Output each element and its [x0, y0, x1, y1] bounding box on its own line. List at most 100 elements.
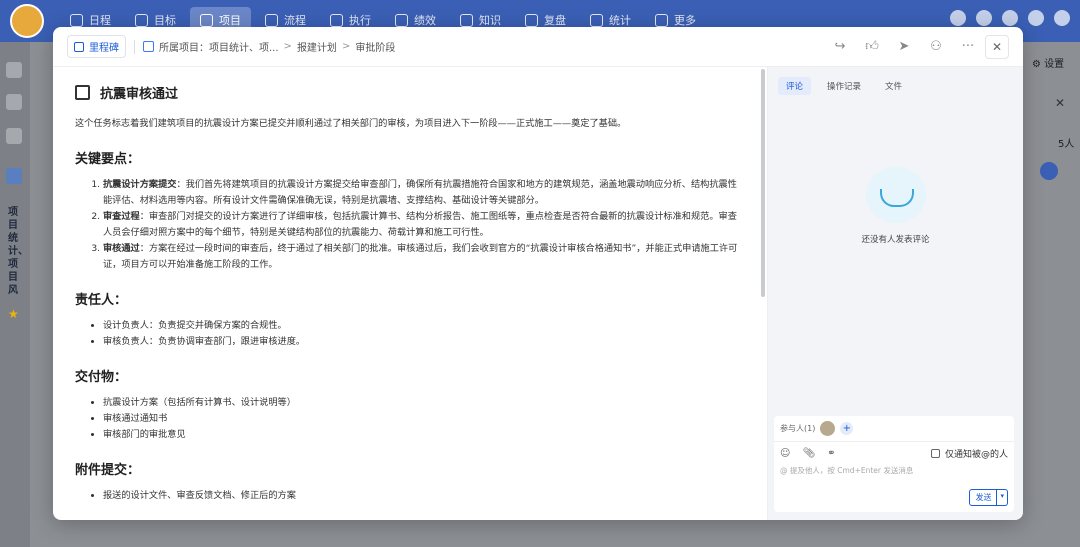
- list-item: 设计负责人：负责提交并确保方案的合规性。: [103, 318, 741, 334]
- comment-input[interactable]: @ 提及他人，按 Cmd+Enter 发送消息: [774, 465, 1014, 476]
- app-logo[interactable]: [10, 4, 44, 38]
- teacup-icon: [865, 167, 926, 223]
- list-item-text: ：审查部门对提交的设计方案进行了详细审核，包括抗震计算书、结构分析报告、施工图纸…: [103, 211, 737, 238]
- send-icon[interactable]: ➤: [895, 39, 913, 54]
- panel-tab[interactable]: 操作记录: [819, 77, 869, 95]
- comment-panel: 评论 操作记录 文件 还没有人发表评论 参与人(1) + ☺ 📎︎ ⚭ 仅通知被@的…: [768, 67, 1023, 520]
- chevron-down-icon[interactable]: ▾: [997, 489, 1008, 506]
- settings-link[interactable]: ⚙ 设置: [1032, 55, 1064, 70]
- panel-tab[interactable]: 评论: [778, 77, 812, 95]
- avatar[interactable]: [1054, 10, 1070, 26]
- task-title[interactable]: 抗震审核通过: [100, 83, 178, 102]
- nav-label: 流程: [284, 14, 306, 27]
- info-icon[interactable]: [1002, 10, 1018, 26]
- nav-icon: [200, 13, 213, 27]
- breadcrumb-project[interactable]: 所属项目：项目统计、项...: [159, 39, 279, 54]
- emoji-icon[interactable]: ☺: [780, 448, 790, 459]
- nav-icon: [330, 13, 343, 27]
- attachment-icon[interactable]: 📎︎: [802, 448, 815, 459]
- list-item-text: ：我们首先将建筑项目的抗震设计方案提交给审查部门，确保所有抗震措施符合国家和地方…: [103, 179, 737, 206]
- task-content: 抗震审核通过 这个任务标志着我们建筑项目的抗震设计方案已提交并顺利通过了相关部门…: [53, 67, 763, 520]
- milestone-type-badge[interactable]: 里程碑: [67, 35, 126, 58]
- nav-label: 日程: [89, 14, 111, 27]
- empty-text: 还没有人发表评论: [861, 235, 930, 245]
- notify-only-mentioned[interactable]: 仅通知被@的人: [930, 447, 1008, 460]
- modal-header: 里程碑 所属项目：项目统计、项... > 报建计划 > 审批阶段 ↪ 👍︎ ➤ …: [53, 27, 1023, 67]
- list-item-key: 审核通过: [103, 243, 140, 254]
- send-group: 发送 ▾: [969, 489, 1008, 506]
- section-list: 报送的设计文件、审查反馈文档、修正后的方案: [75, 488, 741, 504]
- participants-row: 参与人(1) +: [774, 416, 1014, 442]
- nav-icon: [70, 13, 83, 27]
- task-detail-modal: 里程碑 所属项目：项目统计、项... > 报建计划 > 审批阶段 ↪ 👍︎ ➤ …: [53, 27, 1023, 520]
- section-heading: 关键要点：: [75, 152, 141, 167]
- nav-icon: [135, 13, 148, 27]
- sidebar-folder-icon[interactable]: [6, 128, 22, 144]
- nav-icon: [265, 13, 278, 27]
- more-icon[interactable]: ···: [959, 39, 977, 54]
- comment-box: 参与人(1) + ☺ 📎︎ ⚭ 仅通知被@的人 @ 提及他人，按 Cmd+Ent…: [774, 416, 1014, 512]
- empty-state: 还没有人发表评论: [768, 167, 1023, 245]
- link-icon[interactable]: ⚭: [827, 448, 835, 459]
- topbar-right-icons: [950, 10, 1070, 26]
- task-complete-checkbox[interactable]: [75, 85, 90, 100]
- project-vertical-name: 项目统计、项目风: [8, 207, 28, 296]
- sidebar-grid-icon[interactable]: [6, 94, 22, 110]
- list-item-key: 抗震设计方案提交: [103, 179, 177, 190]
- background-close-icon[interactable]: ✕: [1055, 96, 1065, 110]
- notification-icon[interactable]: [950, 10, 966, 26]
- share-icon[interactable]: ↪: [831, 39, 849, 54]
- nav-label: 复盘: [544, 14, 566, 27]
- nav-label: 知识: [479, 14, 501, 27]
- list-item: 抗震设计方案（包括所有计算书、设计说明等）: [103, 395, 741, 411]
- gear-icon[interactable]: [1028, 10, 1044, 26]
- section-list: 抗震设计方案（包括所有计算书、设计说明等） 审核通过通知书审核部门的审批意见: [75, 395, 741, 443]
- list-item: 审查过程：审查部门对提交的设计方案进行了详细审核，包括抗震计算书、结构分析报告、…: [103, 209, 741, 241]
- header-divider: [134, 39, 135, 54]
- section-heading: 交付物：: [75, 370, 128, 385]
- like-icon[interactable]: 👍︎: [863, 39, 881, 54]
- avatar[interactable]: [820, 421, 836, 436]
- breadcrumb-stage[interactable]: 审批阶段: [355, 39, 395, 54]
- list-item-text: 抗震设计方案（包括所有计算书、设计说明等）: [103, 397, 296, 408]
- sidebar-cube-icon[interactable]: [6, 62, 22, 78]
- task-intro: 这个任务标志着我们建筑项目的抗震设计方案已提交并顺利通过了相关部门的审核，为项目…: [75, 118, 627, 129]
- task-title-row: 抗震审核通过: [75, 83, 741, 102]
- nav-label: 目标: [154, 14, 176, 27]
- add-participant-icon[interactable]: +: [840, 422, 854, 435]
- list-item-text: 审核部门的审批意见: [103, 429, 186, 440]
- task-sections: 关键要点： 抗震设计方案提交：我们首先将建筑项目的抗震设计方案提交给审查部门，确保…: [75, 148, 741, 504]
- list-item-text: 报送的设计文件、审查反馈文档、修正后的方案: [103, 490, 296, 501]
- breadcrumb-plan[interactable]: 报建计划: [297, 39, 337, 54]
- breadcrumb-separator: >: [341, 41, 351, 52]
- nav-label: 执行: [349, 14, 371, 27]
- search-icon[interactable]: [976, 10, 992, 26]
- panel-tab[interactable]: 文件: [877, 77, 910, 95]
- list-item: 审核通过：方案在经过一段时间的审查后，终于通过了相关部门的批准。审核通过后，我们…: [103, 241, 741, 273]
- star-icon[interactable]: ★: [8, 307, 19, 321]
- nav-icon: [655, 13, 668, 27]
- next-arrow-button[interactable]: [1040, 162, 1058, 180]
- user-icon[interactable]: ⚇: [927, 39, 945, 54]
- list-item-text: ：方案在经过一段时间的审查后，终于通过了相关部门的批准。审核通过后，我们会收到官…: [103, 243, 738, 270]
- nav-icon: [525, 13, 538, 27]
- list-item: 审核通过通知书: [103, 411, 741, 427]
- nav-icon: [590, 13, 603, 27]
- notify-label: 仅通知被@的人: [944, 450, 1008, 460]
- breadcrumb-separator: >: [283, 41, 292, 52]
- list-item-text: 审核负责人：负责协调审查部门，跟进审核进度。: [103, 336, 306, 347]
- list-item: 审核负责人：负责协调审查部门，跟进审核进度。: [103, 334, 741, 350]
- nav-label: 绩效: [414, 14, 436, 27]
- project-icon: [143, 41, 154, 52]
- content-scrollbar[interactable]: [761, 69, 765, 297]
- notify-checkbox[interactable]: [930, 449, 940, 458]
- section-list: 抗震设计方案提交：我们首先将建筑项目的抗震设计方案提交给审查部门，确保所有抗震措…: [75, 177, 741, 273]
- sidebar-project-thumb[interactable]: [6, 168, 22, 184]
- nav-label: 项目: [219, 14, 241, 27]
- nav-label: 更多: [674, 14, 696, 27]
- list-item: 报送的设计文件、审查反馈文档、修正后的方案: [103, 488, 741, 504]
- close-icon[interactable]: ✕: [985, 34, 1009, 59]
- send-button[interactable]: 发送: [969, 489, 998, 506]
- milestone-label: 里程碑: [89, 43, 119, 54]
- milestone-check-icon: [74, 41, 84, 52]
